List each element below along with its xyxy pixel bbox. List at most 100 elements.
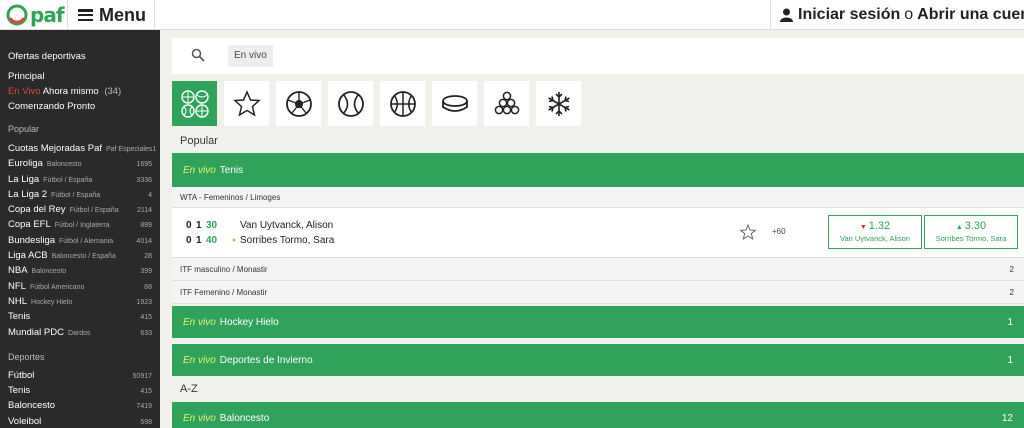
live-label: En vivo — [183, 164, 216, 176]
sidebar-popular-item[interactable]: La Liga Fútbol / España 3336 — [0, 172, 160, 187]
live-label: En vivo — [183, 412, 216, 424]
tennis-icon — [337, 90, 364, 117]
sidebar-popular-item[interactable]: Bundesliga Fútbol / Alemania 4014 — [0, 233, 160, 248]
item-count: 415 — [140, 314, 152, 322]
logo-text: paf — [30, 3, 65, 27]
menu-label: Menu — [99, 4, 146, 25]
sidebar: Ofertas deportivas Principal En Vivo Aho… — [0, 30, 160, 428]
odds-button-player-1[interactable]: ▼ 1.32 Van Uytvanck, Alison — [828, 215, 922, 249]
games-score: 1 — [196, 219, 202, 231]
points-score: 40 — [206, 234, 218, 246]
sidebar-section-popular: Popular — [8, 124, 40, 134]
favorite-star-icon[interactable] — [740, 224, 756, 240]
competition-row-itf-women[interactable]: ITF Femenino / Monastir 2 — [172, 281, 1024, 304]
item-name: Tenis — [8, 385, 31, 397]
section-popular: Popular — [180, 135, 218, 147]
search-icon — [191, 48, 205, 62]
sidebar-popular-item[interactable]: NBA Baloncesto 399 — [0, 263, 160, 278]
item-category: Fútbol / Inglaterra — [54, 222, 110, 230]
sport-filter-all[interactable] — [172, 81, 217, 126]
sport-filter-ice-hockey[interactable] — [432, 81, 477, 126]
sidebar-popular-item[interactable]: Cuotas Mejoradas Paf Paf Especiales 1 — [0, 141, 160, 156]
sidebar-popular-item[interactable]: NHL Hockey Hielo 1923 — [0, 294, 160, 309]
player-name: Van Uytvanck, Alison — [240, 219, 334, 231]
competition-row-wta[interactable]: WTA - Femeninos / Limoges — [172, 187, 1024, 208]
sidebar-popular-item[interactable]: La Liga 2 Fútbol / España 4 — [0, 187, 160, 202]
item-category: Fútbol / España — [69, 207, 119, 215]
sport-filter-basketball[interactable] — [380, 81, 425, 126]
item-name: Liga ACB — [8, 250, 48, 262]
odds-value: 1.32 — [868, 220, 891, 232]
competition-row-itf-men[interactable]: ITF masculino / Monastir 2 — [172, 258, 1024, 281]
item-name: NFL — [8, 280, 26, 292]
item-count: 415 — [140, 388, 152, 396]
odds-button-player-2[interactable]: ▲ 3.30 Sorribes Tormo, Sara — [924, 215, 1018, 249]
live-basketball-bar[interactable]: En vivo Baloncesto 12 — [172, 402, 1024, 428]
top-header: paf Menu Iniciar sesión o Abrir una cuen… — [0, 0, 1024, 30]
hamburger-icon — [78, 9, 93, 21]
sidebar-popular-item[interactable]: Euroliga Baloncesto 1695 — [0, 156, 160, 171]
ice-hockey-icon — [441, 94, 468, 112]
sidebar-link-principal[interactable]: Principal — [0, 69, 160, 84]
item-name: Mundial PDC — [8, 326, 64, 338]
item-name: Copa del Rey — [8, 204, 66, 216]
games-score: 1 — [196, 234, 202, 246]
bar-count: 12 — [1001, 412, 1013, 424]
sidebar-popular-item[interactable]: Mundial PDC Dardos 633 — [0, 325, 160, 340]
live-red-label: En Vivo — [8, 86, 41, 97]
item-category: Fútbol / España — [43, 176, 93, 184]
item-name: La Liga 2 — [8, 188, 48, 200]
all-sports-icon — [180, 89, 209, 118]
item-count: 28 — [144, 253, 152, 261]
sport-filter-favorites[interactable] — [224, 81, 269, 126]
more-markets-link[interactable]: +60 — [772, 227, 786, 236]
search-filter-chip[interactable]: En vivo — [228, 45, 273, 67]
login-link[interactable]: Iniciar sesión — [798, 6, 900, 24]
odds-player-name: Sorribes Tormo, Sara — [935, 234, 1007, 243]
player-line-1: 0 1 30 Van Uytvanck, Alison — [186, 218, 333, 232]
winter-sports-icon — [547, 91, 570, 116]
sidebar-link-ofertas[interactable]: Ofertas deportivas — [0, 49, 160, 64]
paf-logo[interactable]: paf — [6, 3, 65, 27]
competition-count: 2 — [1009, 287, 1014, 297]
sidebar-link-comenzando[interactable]: Comenzando Pronto — [0, 99, 160, 114]
live-tennis-bar[interactable]: En vivo Tenis — [172, 153, 1024, 187]
live-label: En vivo — [183, 316, 216, 328]
sidebar-popular-item[interactable]: Copa EFL Fútbol / Inglaterra 889 — [0, 217, 160, 232]
sidebar-sport-item[interactable]: Voleibol 598 — [0, 414, 160, 428]
sidebar-sport-item[interactable]: Baloncesto 7419 — [0, 398, 160, 413]
item-count: 4 — [148, 191, 152, 199]
competition-count: 2 — [1009, 264, 1014, 274]
register-link[interactable]: Abrir una cuenta — [917, 6, 1024, 24]
competition-label: WTA - Femeninos / Limoges — [180, 192, 281, 202]
search-bar[interactable]: En vivo — [172, 38, 1024, 74]
sidebar-sport-item[interactable]: Tenis 415 — [0, 383, 160, 398]
sidebar-popular-item[interactable]: Tenis 415 — [0, 309, 160, 324]
sport-filter-winter[interactable] — [536, 81, 581, 126]
live-winter-bar[interactable]: En vivo Deportes de Invierno 1 — [172, 344, 1024, 376]
bar-sport-label: Tenis — [219, 164, 244, 176]
item-count: 1 — [152, 146, 157, 153]
sport-filter-football[interactable] — [276, 81, 321, 126]
item-count: 633 — [140, 329, 152, 337]
item-name: Cuotas Mejoradas Paf — [8, 143, 102, 154]
menu-button[interactable]: Menu — [78, 4, 146, 26]
sport-filter-snooker[interactable] — [484, 81, 529, 126]
sidebar-link-en-vivo[interactable]: En Vivo Ahora mismo (34) — [0, 84, 160, 99]
item-count: 1923 — [136, 298, 152, 306]
account-area: Iniciar sesión o Abrir una cuenta — [780, 4, 1024, 26]
sport-filter-tennis[interactable] — [328, 81, 373, 126]
item-count: 4014 — [136, 237, 152, 245]
or-text: o — [904, 6, 914, 23]
item-name: NHL — [8, 295, 28, 307]
item-category: Baloncesto / España — [51, 253, 116, 261]
player-name: Sorribes Tormo, Sara — [240, 234, 335, 246]
odds-value: 3.30 — [964, 220, 987, 232]
sidebar-popular-item[interactable]: Liga ACB Baloncesto / España 28 — [0, 248, 160, 263]
sidebar-popular-item[interactable]: NFL Fútbol Americano 68 — [0, 279, 160, 294]
sidebar-sport-item[interactable]: Fútbol 50917 — [0, 368, 160, 383]
live-hockey-bar[interactable]: En vivo Hockey Hielo 1 — [172, 306, 1024, 338]
sidebar-popular-item[interactable]: Copa del Rey Fútbol / España 2114 — [0, 202, 160, 217]
paf-logo-icon — [6, 4, 28, 26]
match-row[interactable]: 0 1 30 Van Uytvanck, Alison 0 1 40 ● Sor… — [172, 208, 1024, 258]
